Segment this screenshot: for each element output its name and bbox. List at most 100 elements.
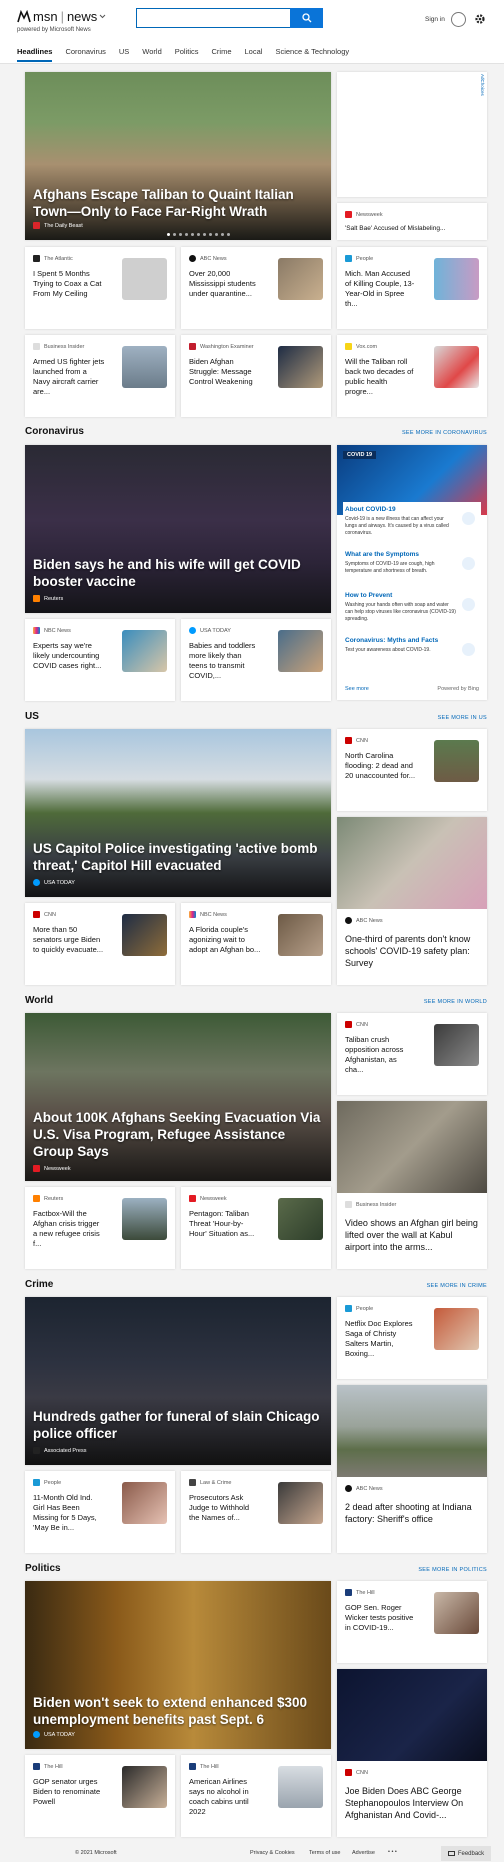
news-card[interactable]: Reuters Factbox-Will the Afghan crisis t… — [25, 1187, 175, 1269]
card-thumbnail — [122, 258, 167, 300]
card-thumbnail — [278, 1766, 323, 1808]
news-card[interactable]: People Mich. Man Accused of Killing Coup… — [337, 247, 487, 329]
crime-hero-card[interactable]: Hundreds gather for funeral of slain Chi… — [25, 1297, 331, 1465]
news-card[interactable]: CNN More than 50 senators urge Biden to … — [25, 903, 175, 985]
carousel-dots[interactable] — [167, 233, 230, 236]
gear-icon[interactable] — [474, 13, 486, 25]
newsweek-icon — [33, 1165, 40, 1172]
news-card[interactable]: NBC News A Florida couple's agonizing wa… — [181, 903, 331, 985]
card-title: Video shows an Afghan girl being lifted … — [345, 1218, 478, 1252]
search-button[interactable] — [290, 8, 323, 28]
world-hero-card[interactable]: About 100K Afghans Seeking Evacuation Vi… — [25, 1013, 331, 1181]
nav-local[interactable]: Local — [245, 47, 263, 62]
myths-icon — [462, 643, 475, 656]
card-thumbnail — [278, 630, 323, 672]
card-thumbnail — [278, 258, 323, 300]
nav-headlines[interactable]: Headlines — [17, 47, 53, 62]
see-more-coronavirus-link[interactable]: SEE MORE IN CORONAVIRUS — [402, 430, 487, 436]
nav-crime[interactable]: Crime — [212, 47, 232, 62]
card-source: Newsweek — [345, 211, 383, 218]
vox-icon — [345, 343, 352, 350]
news-card-tall[interactable]: CNN Joe Biden Does ABC George Stephanopo… — [337, 1669, 487, 1837]
ad-card[interactable]: AdChoices — [337, 72, 487, 197]
news-card[interactable]: People Netflix Doc Explores Saga of Chri… — [337, 1297, 487, 1379]
people-icon — [345, 255, 352, 262]
covid-item-about[interactable]: About COVID-19 Covid-19 is a new illness … — [343, 502, 481, 542]
headlines-side-card[interactable]: Newsweek 'Salt Bae' Accused of Mislabeli… — [337, 203, 487, 240]
daily-beast-icon — [33, 222, 40, 229]
privacy-cookies-link[interactable]: Privacy & Cookies — [250, 1850, 295, 1856]
nav-world[interactable]: World — [142, 47, 161, 62]
covid-item-symptoms[interactable]: What are the Symptoms Symptoms of COVID-1… — [343, 547, 481, 583]
news-card[interactable]: People 11-Month Old Ind. Girl Has Been M… — [25, 1471, 175, 1553]
news-card-tall[interactable]: ABC News 2 dead after shooting at Indian… — [337, 1385, 487, 1553]
news-card[interactable]: The Atlantic I Spent 5 Months Trying to … — [25, 247, 175, 329]
headlines-hero-card[interactable]: Afghans Escape Taliban to Quaint Italian… — [25, 72, 331, 240]
feedback-button[interactable]: Feedback — [441, 1846, 491, 1861]
section-title-world: World — [25, 995, 54, 1006]
hero-source: The Daily Beast — [33, 222, 83, 229]
terms-of-use-link[interactable]: Terms of use — [309, 1850, 340, 1856]
news-card[interactable]: The Hill GOP senator urges Biden to reno… — [25, 1755, 175, 1837]
hero-headline: Biden won't seek to extend enhanced $300… — [33, 1695, 308, 1727]
nav-politics[interactable]: Politics — [175, 47, 199, 62]
see-more-crime-link[interactable]: SEE MORE IN CRIME — [427, 1283, 487, 1289]
feedback-icon — [447, 1850, 455, 1856]
nav-science-technology[interactable]: Science & Technology — [275, 47, 349, 62]
see-more-politics-link[interactable]: SEE MORE IN POLITICS — [418, 1567, 487, 1573]
nav-us[interactable]: US — [119, 47, 129, 62]
covid-item-prevent[interactable]: How to Prevent Washing your hands often w… — [343, 588, 481, 628]
covid-see-more-link[interactable]: See more — [345, 686, 369, 692]
copyright: © 2021 Microsoft — [75, 1850, 117, 1856]
news-card[interactable]: Washington Examiner Biden Afghan Struggl… — [181, 335, 331, 417]
card-title: Biden Afghan Struggle: Message Control W… — [189, 357, 253, 386]
nbc-news-icon — [33, 627, 40, 634]
news-card[interactable]: USA TODAY Babies and toddlers more likel… — [181, 619, 331, 701]
news-card[interactable]: The Hill American Airlines says no alcoh… — [181, 1755, 331, 1837]
card-thumbnail — [122, 346, 167, 388]
brand-section[interactable]: news — [67, 9, 97, 24]
us-hero-card[interactable]: US Capitol Police investigating 'active … — [25, 729, 331, 897]
hero-headline: US Capitol Police investigating 'active … — [33, 841, 318, 873]
card-image — [337, 1669, 487, 1761]
card-thumbnail — [122, 630, 167, 672]
news-card-tall[interactable]: Business Insider Video shows an Afghan g… — [337, 1101, 487, 1269]
msn-logo[interactable]: msn | news — [17, 9, 106, 24]
law-and-crime-icon — [189, 1479, 196, 1486]
section-title-crime: Crime — [25, 1279, 54, 1290]
more-links-icon[interactable]: • • • — [388, 1849, 397, 1855]
nav-coronavirus[interactable]: Coronavirus — [65, 47, 105, 62]
news-card[interactable]: NBC News Experts say we're likely underc… — [25, 619, 175, 701]
news-card[interactable]: The Hill GOP Sen. Roger Wicker tests pos… — [337, 1581, 487, 1663]
ad-choices[interactable]: AdChoices — [480, 74, 485, 96]
avatar-icon[interactable] — [451, 12, 466, 27]
news-card[interactable]: Vox.com Will the Taliban roll back two d… — [337, 335, 487, 417]
card-source: USA TODAY — [189, 627, 231, 634]
news-card[interactable]: ABC News Over 20,000 Mississippi student… — [181, 247, 331, 329]
abc-news-icon — [345, 917, 352, 924]
politics-hero-card[interactable]: Biden won't seek to extend enhanced $300… — [25, 1581, 331, 1749]
coronavirus-hero-card[interactable]: Biden says he and his wife will get COVI… — [25, 445, 331, 613]
news-card[interactable]: Law & Crime Prosecutors Ask Judge to Wit… — [181, 1471, 331, 1553]
sign-in-link[interactable]: Sign in — [425, 16, 445, 23]
card-title: Will the Taliban roll back two decades o… — [345, 357, 414, 396]
see-more-world-link[interactable]: SEE MORE IN WORLD — [424, 999, 487, 1005]
hero-source: Reuters — [33, 595, 63, 602]
handwash-icon — [462, 598, 475, 611]
news-card[interactable]: Business Insider Armed US fighter jets l… — [25, 335, 175, 417]
news-card[interactable]: CNN North Carolina flooding: 2 dead and … — [337, 729, 487, 811]
see-more-us-link[interactable]: SEE MORE IN US — [438, 715, 487, 721]
search-icon — [301, 13, 311, 23]
card-thumbnail — [278, 1482, 323, 1524]
card-source: CNN — [345, 1769, 368, 1776]
card-title: Taliban crush opposition across Afghanis… — [345, 1035, 404, 1074]
card-thumbnail — [434, 346, 479, 388]
advertise-link[interactable]: Advertise — [352, 1850, 375, 1856]
card-source: ABC News — [345, 1485, 383, 1492]
chevron-down-icon[interactable] — [99, 14, 106, 19]
news-card[interactable]: CNN Taliban crush opposition across Afgh… — [337, 1013, 487, 1095]
news-card-tall[interactable]: ABC News One-third of parents don't know… — [337, 817, 487, 985]
covid-item-myths[interactable]: Coronavirus: Myths and Facts Test your aw… — [343, 633, 481, 663]
card-source: The Hill — [189, 1763, 219, 1770]
news-card[interactable]: Newsweek Pentagon: Taliban Threat 'Hour-… — [181, 1187, 331, 1269]
